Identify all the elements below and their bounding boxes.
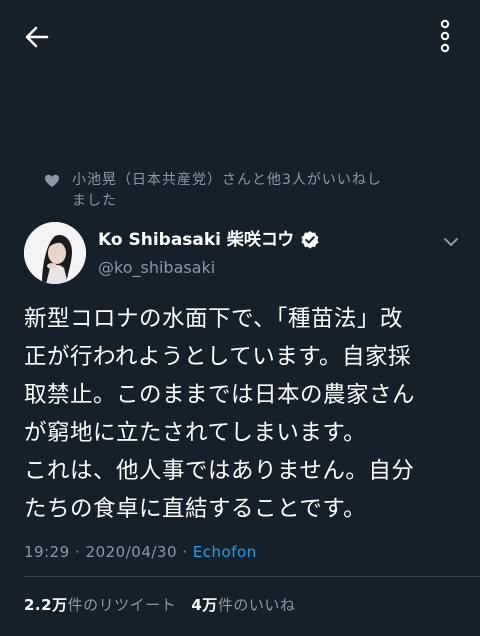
social-context-text[interactable]: 小池晃（日本共産党）さんと他3人がいいねし ました [72, 170, 462, 212]
social-context-line-2: ました [72, 193, 117, 209]
social-context-line-1: 小池晃（日本共産党）さんと他3人がいいねし [72, 172, 382, 188]
tweet-menu-button[interactable] [440, 234, 462, 250]
likes-label: 件のいいね [217, 596, 296, 614]
heart-icon [45, 174, 59, 187]
tweet-date: 2020/04/30 [85, 543, 178, 561]
back-button[interactable] [22, 22, 52, 52]
divider [24, 576, 480, 577]
tweet-line: 新型コロナの水面下で、「種苗法」改 [24, 306, 403, 332]
avatar[interactable] [24, 222, 86, 284]
arrow-left-icon [25, 26, 49, 48]
author-display-name[interactable]: Ko Shibasaki 柴咲コウ [98, 228, 438, 252]
retweets-count: 2.2万 [24, 596, 68, 614]
more-options-button[interactable] [430, 16, 460, 56]
display-name-text: Ko Shibasaki 柴咲コウ [98, 230, 295, 250]
tweet-metadata: 19:29 · 2020/04/30 · Echofon [24, 542, 464, 562]
author-handle[interactable]: @ko_shibasaki [98, 256, 438, 280]
tweet-line: 取禁止。このままでは日本の農家さん [24, 382, 416, 408]
tweet-line: 正が行われようとしています。自家採 [24, 344, 411, 370]
more-vertical-icon [440, 19, 450, 53]
tweet-text: 新型コロナの水面下で、「種苗法」改 正が行われようとしています。自家採 取禁止。… [24, 300, 464, 528]
tweet-line: たちの食卓に直結することです。 [24, 496, 367, 522]
likes-count: 4万 [191, 596, 218, 614]
verified-badge-icon [301, 231, 319, 249]
retweets-label: 件のリツイート [67, 596, 177, 614]
avatar-image [24, 222, 86, 284]
author-block[interactable]: Ko Shibasaki 柴咲コウ @ko_shibasaki [98, 228, 438, 280]
tweet-line: が窮地に立たされてしまいます。 [24, 420, 367, 446]
tweet-stats: 2.2万件のリツイート 4万件のいいね [24, 595, 464, 615]
tweet-time: 19:29 [24, 543, 70, 561]
chevron-down-icon [444, 238, 458, 246]
top-bar [0, 0, 480, 80]
likes-stat[interactable]: 4万件のいいね [191, 595, 295, 615]
meta-separator: · [177, 543, 193, 561]
tweet-source-link[interactable]: Echofon [193, 543, 257, 561]
retweets-stat[interactable]: 2.2万件のリツイート [24, 595, 176, 615]
meta-separator: · [69, 543, 86, 561]
tweet-line: これは、他人事ではありません。自分 [24, 458, 415, 484]
